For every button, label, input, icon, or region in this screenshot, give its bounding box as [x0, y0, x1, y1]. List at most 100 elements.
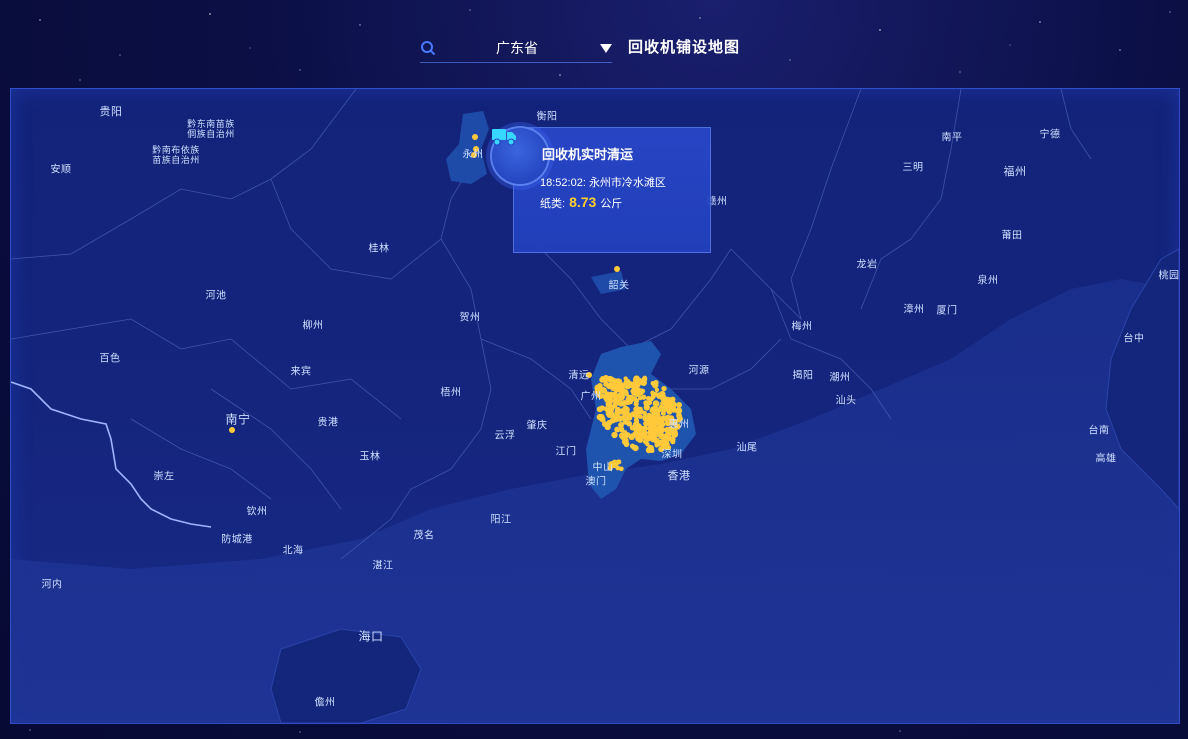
city-label: 深圳 — [661, 449, 683, 461]
recycler-marker[interactable] — [658, 427, 665, 434]
recycler-marker[interactable] — [631, 444, 637, 450]
city-label: 高雄 — [1095, 453, 1117, 465]
recycler-marker[interactable] — [654, 387, 660, 393]
city-label: 钦州 — [246, 506, 268, 518]
recycler-marker[interactable] — [667, 406, 674, 413]
truck-icon — [492, 129, 516, 146]
recycler-marker[interactable] — [617, 416, 624, 422]
city-label: 汕头 — [835, 395, 857, 407]
recycler-marker[interactable] — [660, 394, 667, 402]
recycler-marker[interactable] — [635, 377, 642, 384]
map-panel[interactable]: 贵阳 黔东南苗族侗族自治州 黔南布依族苗族自治州 安顺 衡阳 永州 赣州 桂林 … — [10, 88, 1180, 724]
recycler-marker[interactable] — [623, 407, 629, 413]
recycler-marker[interactable] — [619, 388, 625, 394]
city-label: 莆田 — [1001, 230, 1023, 242]
recycler-marker[interactable] — [608, 391, 614, 398]
recycler-marker[interactable] — [633, 401, 639, 407]
recycler-marker[interactable] — [646, 396, 651, 401]
recycler-marker[interactable] — [635, 387, 641, 393]
recycler-marker[interactable] — [664, 437, 670, 443]
recycler-marker[interactable] — [649, 428, 656, 435]
city-label: 梧州 — [440, 387, 462, 399]
recycler-marker[interactable] — [606, 382, 613, 390]
province-select[interactable]: 广东省 — [450, 34, 612, 62]
city-label: 汕尾 — [736, 442, 758, 454]
recycler-marker[interactable] — [650, 394, 656, 400]
recycler-marker[interactable] — [602, 388, 607, 394]
recycler-marker[interactable] — [634, 405, 641, 412]
recycler-marker[interactable] — [624, 378, 631, 385]
recycler-marker[interactable] — [599, 405, 605, 411]
recycler-marker[interactable] — [614, 409, 621, 416]
recycler-marker[interactable] — [611, 378, 618, 385]
city-label: 南平 — [941, 132, 963, 144]
city-label: 惠州 — [668, 419, 690, 431]
recycler-marker[interactable] — [613, 460, 620, 466]
recycler-marker[interactable] — [634, 419, 640, 425]
city-label: 湛江 — [372, 560, 394, 572]
recycler-marker[interactable] — [630, 388, 635, 394]
city-label: 衡阳 — [536, 111, 558, 123]
recycler-marker[interactable] — [642, 434, 648, 440]
recycler-marker[interactable] — [626, 414, 633, 421]
recycler-marker[interactable] — [618, 393, 626, 401]
recycler-marker[interactable] — [643, 404, 650, 411]
recycler-marker[interactable] — [604, 424, 611, 431]
province-search[interactable]: 广东省 — [420, 34, 612, 63]
city-label: 柳州 — [302, 320, 324, 332]
recycler-marker[interactable] — [635, 435, 642, 442]
city-label: 贵阳 — [99, 106, 123, 118]
recycler-marker[interactable] — [675, 407, 683, 415]
recycler-marker[interactable] — [646, 419, 653, 426]
search-icon[interactable] — [420, 40, 436, 56]
city-label: 防城港 — [221, 534, 253, 546]
city-label: 揭阳 — [792, 370, 814, 382]
recycler-marker[interactable] — [638, 414, 643, 420]
recycler-marker[interactable] — [599, 376, 606, 383]
recycler-marker[interactable] — [608, 404, 615, 411]
chevron-down-icon[interactable] — [600, 44, 612, 54]
recycler-marker[interactable] — [627, 394, 635, 402]
recycler-marker[interactable] — [605, 410, 612, 417]
recycler-marker[interactable] — [617, 400, 625, 407]
city-label: 黔东南苗族侗族自治州 — [187, 119, 235, 139]
city-label: 黔南布依族苗族自治州 — [152, 145, 200, 165]
city-label: 河源 — [688, 365, 710, 377]
recycler-marker[interactable] — [618, 466, 624, 472]
city-label: 桃园 — [1158, 270, 1180, 282]
recycler-marker[interactable] — [614, 266, 620, 272]
recycler-marker[interactable] — [618, 421, 625, 428]
recycler-marker[interactable] — [650, 405, 658, 413]
recycler-marker[interactable] — [659, 415, 666, 423]
recycler-marker[interactable] — [608, 398, 613, 403]
recycler-marker[interactable] — [229, 427, 235, 433]
recycler-marker[interactable] — [642, 414, 648, 420]
city-label: 台中 — [1123, 333, 1145, 345]
city-label: 北海 — [282, 545, 304, 557]
recycler-marker[interactable] — [472, 134, 478, 140]
recycler-marker[interactable] — [637, 395, 643, 401]
recycler-marker[interactable] — [645, 447, 652, 454]
recycler-marker[interactable] — [621, 434, 627, 440]
recycler-marker[interactable] — [645, 442, 650, 447]
tooltip-time: 18:52:02: — [540, 177, 586, 189]
recycler-marker[interactable] — [672, 430, 678, 436]
recycler-marker[interactable] — [661, 386, 667, 392]
recycler-marker[interactable] — [668, 399, 674, 406]
page-title: 回收机铺设地图 — [628, 39, 741, 56]
recycler-marker[interactable] — [623, 441, 630, 448]
recycler-marker[interactable] — [676, 402, 682, 408]
recycler-marker[interactable] — [635, 427, 641, 433]
city-label: 广州 — [580, 391, 602, 403]
tooltip-time-location: 18:52:02: 永州市冷水滩区 — [540, 174, 666, 190]
recycler-marker[interactable] — [614, 426, 621, 433]
province-select-value: 广东省 — [496, 40, 538, 56]
recycler-marker[interactable] — [654, 442, 660, 448]
recycler-marker[interactable] — [611, 431, 618, 439]
recycler-marker[interactable] — [660, 422, 666, 428]
city-label: 梅州 — [791, 321, 813, 333]
recycler-marker[interactable] — [652, 382, 659, 389]
recycler-marker[interactable] — [647, 400, 653, 406]
recycler-marker[interactable] — [599, 413, 605, 419]
recycler-marker[interactable] — [626, 420, 633, 427]
